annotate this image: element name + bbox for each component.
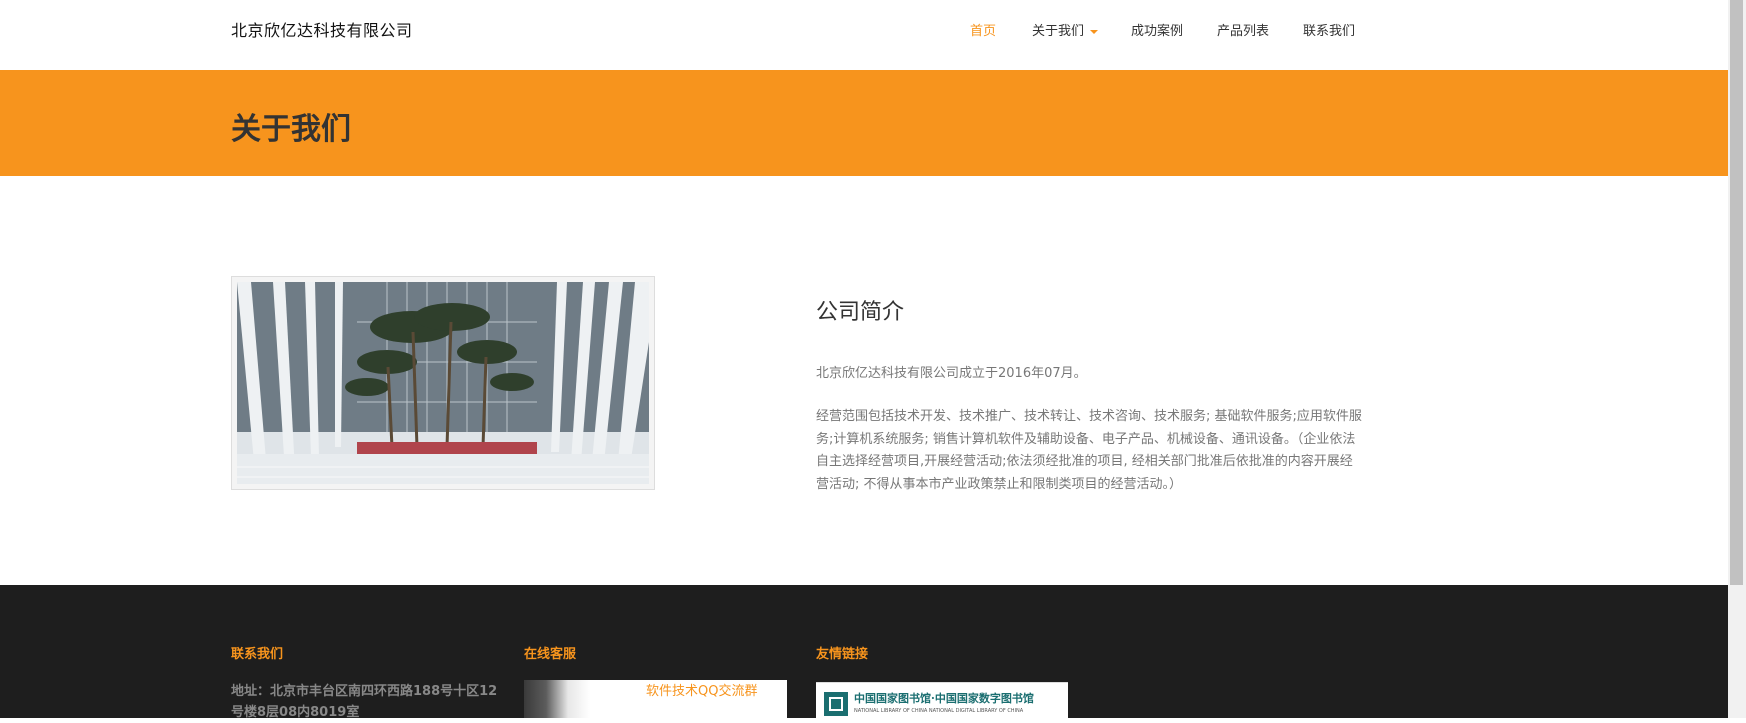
library-name-cn: 中国国家图书馆·中国国家数字图书馆 bbox=[854, 692, 1034, 705]
page-scrollbar[interactable] bbox=[1728, 0, 1746, 718]
library-seal-icon bbox=[824, 692, 848, 716]
nav-products[interactable]: 产品列表 bbox=[1217, 20, 1269, 39]
nav-contact[interactable]: 联系我们 bbox=[1303, 20, 1355, 39]
page-title: 关于我们 bbox=[231, 112, 351, 147]
scrollbar-thumb[interactable] bbox=[1730, 0, 1743, 585]
chevron-down-icon bbox=[1090, 29, 1099, 34]
nav-about-label: 关于我们 bbox=[1032, 24, 1085, 39]
customer-service-photo bbox=[524, 680, 634, 718]
footer-address: 地址：北京市丰台区南四环西路188号十区12号楼8层08内8019室 bbox=[231, 684, 498, 720]
footer-links-heading: 友情链接 bbox=[816, 647, 869, 662]
company-building-photo bbox=[237, 282, 649, 484]
national-library-link[interactable]: 中国国家图书馆·中国国家数字图书馆 NATIONAL LIBRARY OF CH… bbox=[816, 682, 1068, 719]
footer-contact-heading: 联系我们 bbox=[231, 647, 284, 662]
site-logo[interactable]: 北京欣亿达科技有限公司 bbox=[231, 17, 413, 41]
company-photo-frame bbox=[231, 276, 655, 490]
qq-group-banner[interactable]: 软件技术QQ交流群 bbox=[524, 680, 787, 718]
intro-heading: 公司简介 bbox=[816, 300, 905, 325]
intro-founded-text: 北京欣亿达科技有限公司成立于2016年07月。 bbox=[816, 366, 1087, 381]
nav-cases[interactable]: 成功案例 bbox=[1131, 20, 1183, 39]
site-footer: 联系我们 地址：北京市丰台区南四环西路188号十区12号楼8层08内8019室 … bbox=[0, 585, 1728, 720]
intro-business-scope-text: 经营范围包括技术开发、技术推广、技术转让、技术咨询、技术服务; 基础软件服务;应… bbox=[816, 409, 1362, 492]
library-name-en: NATIONAL LIBRARY OF CHINA NATIONAL DIGIT… bbox=[854, 708, 1024, 714]
qq-group-text: 软件技术QQ交流群 bbox=[646, 684, 758, 699]
page-banner: 关于我们 bbox=[0, 70, 1728, 176]
footer-service-heading: 在线客服 bbox=[524, 647, 577, 662]
nav-home[interactable]: 首页 bbox=[970, 20, 996, 39]
site-header: 北京欣亿达科技有限公司 首页 关于我们 成功案例 产品列表 联系我们 bbox=[0, 0, 1728, 70]
nav-about[interactable]: 关于我们 bbox=[1032, 20, 1099, 39]
